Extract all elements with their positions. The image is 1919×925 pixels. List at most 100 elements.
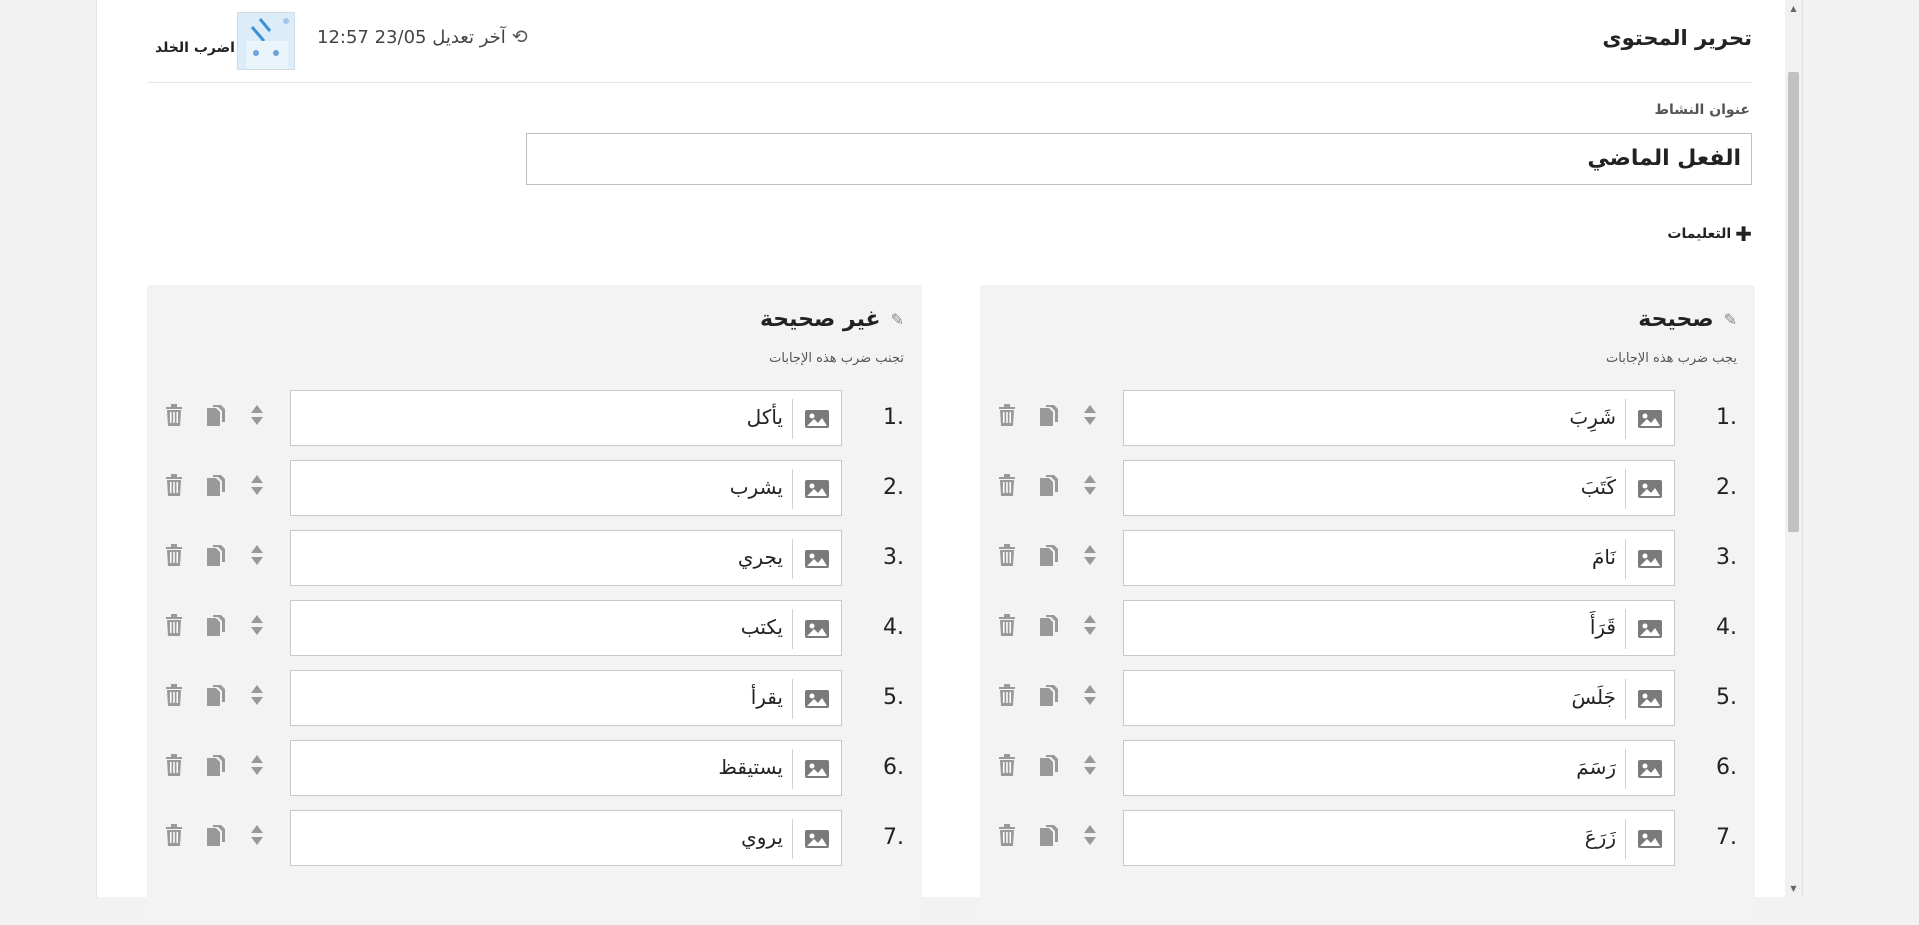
page-title: تحرير المحتوى bbox=[1602, 26, 1752, 50]
correct-panel-title: ✎ صحيحة bbox=[1638, 307, 1737, 332]
copy-icon[interactable] bbox=[1038, 754, 1060, 783]
answer-input[interactable]: يكتب bbox=[290, 600, 842, 656]
edit-icon[interactable]: ✎ bbox=[1724, 310, 1737, 329]
sort-icon[interactable] bbox=[1083, 544, 1097, 567]
trash-icon[interactable] bbox=[165, 824, 183, 851]
answer-input[interactable]: يقرأ bbox=[290, 670, 842, 726]
incorrect-answer-row: 5. يقرأ bbox=[147, 670, 922, 726]
last-edit: آخر تعديل 23/05 12:57 ⟲ bbox=[317, 26, 528, 48]
trash-icon[interactable] bbox=[998, 684, 1016, 711]
image-icon[interactable] bbox=[792, 679, 841, 719]
sort-icon[interactable] bbox=[1083, 614, 1097, 637]
copy-icon[interactable] bbox=[205, 684, 227, 713]
answer-text: قَرَأَ bbox=[1589, 615, 1616, 639]
answer-text: يكتب bbox=[740, 615, 783, 639]
image-icon[interactable] bbox=[1625, 399, 1674, 439]
copy-icon[interactable] bbox=[1038, 404, 1060, 433]
copy-icon[interactable] bbox=[1038, 824, 1060, 853]
copy-icon[interactable] bbox=[1038, 614, 1060, 643]
image-icon[interactable] bbox=[792, 609, 841, 649]
sort-icon[interactable] bbox=[250, 684, 264, 707]
sort-icon[interactable] bbox=[250, 404, 264, 427]
image-icon[interactable] bbox=[792, 819, 841, 859]
trash-icon[interactable] bbox=[998, 404, 1016, 431]
image-icon[interactable] bbox=[1625, 609, 1674, 649]
image-icon[interactable] bbox=[1625, 679, 1674, 719]
activity-thumbnail[interactable] bbox=[237, 12, 295, 70]
answer-input[interactable]: زَرَعَ bbox=[1123, 810, 1675, 866]
copy-icon[interactable] bbox=[1038, 544, 1060, 573]
copy-icon[interactable] bbox=[205, 544, 227, 573]
copy-icon[interactable] bbox=[205, 474, 227, 503]
trash-icon[interactable] bbox=[165, 684, 183, 711]
header: تحرير المحتوى اضرب الخلد آخر تعديل 23/05… bbox=[147, 0, 1752, 83]
answer-input[interactable]: نَامَ bbox=[1123, 530, 1675, 586]
trash-icon[interactable] bbox=[165, 544, 183, 571]
trash-icon[interactable] bbox=[998, 754, 1016, 781]
answer-input[interactable]: شَرِبَ bbox=[1123, 390, 1675, 446]
sort-icon[interactable] bbox=[1083, 824, 1097, 847]
correct-answer-row: 3. نَامَ bbox=[980, 530, 1755, 586]
sort-icon[interactable] bbox=[250, 614, 264, 637]
instructions-toggle[interactable]: ✚ التعليمات bbox=[1667, 222, 1752, 246]
copy-icon[interactable] bbox=[1038, 684, 1060, 713]
edit-icon[interactable]: ✎ bbox=[891, 310, 904, 329]
trash-icon[interactable] bbox=[998, 614, 1016, 641]
history-icon[interactable]: ⟲ bbox=[512, 26, 528, 48]
copy-icon[interactable] bbox=[205, 614, 227, 643]
answer-input[interactable]: جَلَسَ bbox=[1123, 670, 1675, 726]
answer-number: 6. bbox=[883, 755, 904, 780]
answer-input[interactable]: يشرب bbox=[290, 460, 842, 516]
incorrect-answer-row: 4. يكتب bbox=[147, 600, 922, 656]
answer-number: 2. bbox=[883, 475, 904, 500]
trash-icon[interactable] bbox=[998, 544, 1016, 571]
trash-icon[interactable] bbox=[165, 474, 183, 501]
incorrect-answer-row: 3. يجري bbox=[147, 530, 922, 586]
copy-icon[interactable] bbox=[1038, 474, 1060, 503]
answer-input[interactable]: كَتَبَ bbox=[1123, 460, 1675, 516]
image-icon[interactable] bbox=[792, 399, 841, 439]
answer-number: 4. bbox=[883, 615, 904, 640]
image-icon[interactable] bbox=[792, 749, 841, 789]
answer-input[interactable]: يأكل bbox=[290, 390, 842, 446]
answer-input[interactable]: يجري bbox=[290, 530, 842, 586]
trash-icon[interactable] bbox=[165, 614, 183, 641]
answer-number: 5. bbox=[883, 685, 904, 710]
answer-number: 7. bbox=[1716, 825, 1737, 850]
answer-text: يستيقظ bbox=[718, 755, 783, 779]
image-icon[interactable] bbox=[792, 469, 841, 509]
answer-number: 7. bbox=[883, 825, 904, 850]
copy-icon[interactable] bbox=[205, 824, 227, 853]
sort-icon[interactable] bbox=[1083, 404, 1097, 427]
answer-input[interactable]: يروي bbox=[290, 810, 842, 866]
sort-icon[interactable] bbox=[250, 824, 264, 847]
answer-input[interactable]: يستيقظ bbox=[290, 740, 842, 796]
editor-page: تحرير المحتوى اضرب الخلد آخر تعديل 23/05… bbox=[96, 0, 1803, 925]
scroll-down-arrow[interactable]: ▼ bbox=[1785, 880, 1802, 897]
instructions-label: التعليمات bbox=[1667, 226, 1732, 242]
answer-input[interactable]: رَسَمَ bbox=[1123, 740, 1675, 796]
image-icon[interactable] bbox=[792, 539, 841, 579]
trash-icon[interactable] bbox=[998, 474, 1016, 501]
trash-icon[interactable] bbox=[998, 824, 1016, 851]
image-icon[interactable] bbox=[1625, 819, 1674, 859]
image-icon[interactable] bbox=[1625, 469, 1674, 509]
image-icon[interactable] bbox=[1625, 749, 1674, 789]
sort-icon[interactable] bbox=[250, 754, 264, 777]
sort-icon[interactable] bbox=[1083, 474, 1097, 497]
last-edit-text: آخر تعديل 23/05 12:57 bbox=[317, 26, 506, 48]
copy-icon[interactable] bbox=[205, 754, 227, 783]
answer-input[interactable]: قَرَأَ bbox=[1123, 600, 1675, 656]
sort-icon[interactable] bbox=[1083, 684, 1097, 707]
sort-icon[interactable] bbox=[1083, 754, 1097, 777]
scroll-up-arrow[interactable]: ▲ bbox=[1785, 0, 1802, 17]
scrollbar[interactable]: ▲ ▼ bbox=[1785, 0, 1802, 897]
trash-icon[interactable] bbox=[165, 754, 183, 781]
image-icon[interactable] bbox=[1625, 539, 1674, 579]
trash-icon[interactable] bbox=[165, 404, 183, 431]
scroll-thumb[interactable] bbox=[1788, 72, 1799, 532]
copy-icon[interactable] bbox=[205, 404, 227, 433]
sort-icon[interactable] bbox=[250, 544, 264, 567]
sort-icon[interactable] bbox=[250, 474, 264, 497]
activity-title-input[interactable]: الفعل الماضي bbox=[526, 133, 1752, 185]
